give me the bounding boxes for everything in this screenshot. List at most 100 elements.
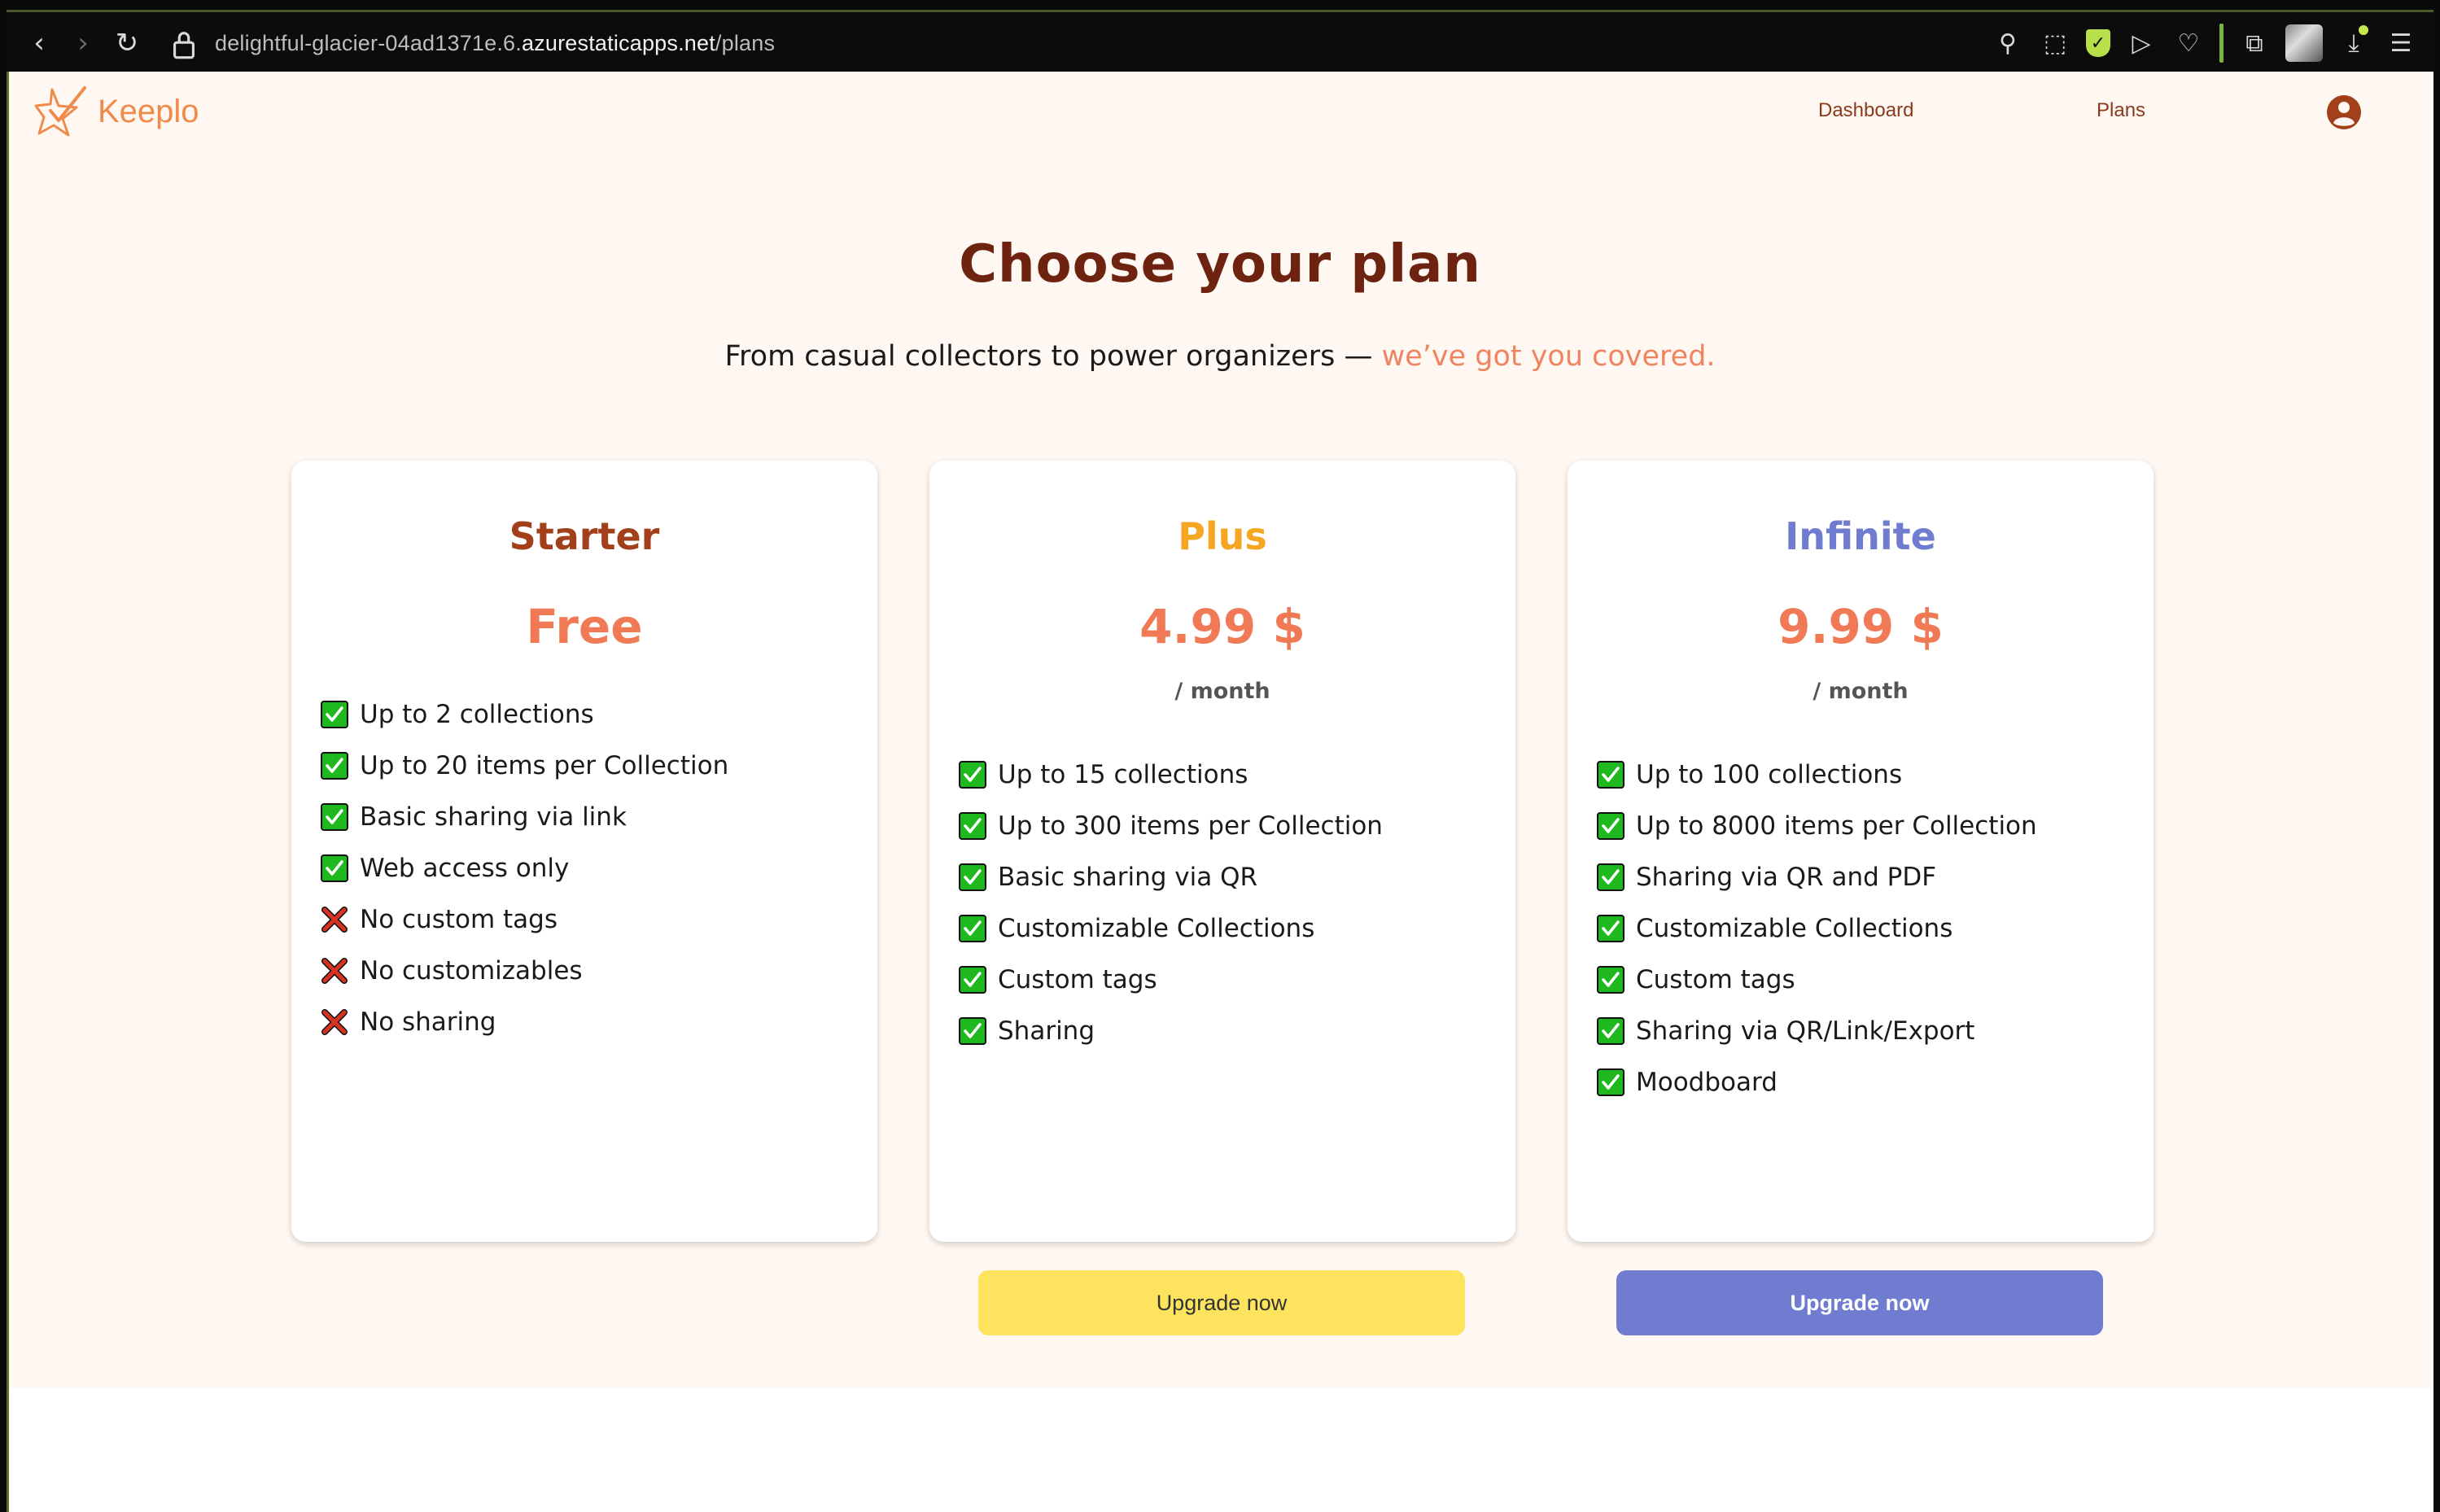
nav-link-dashboard[interactable]: Dashboard [1818,99,1913,122]
screenshot-icon[interactable]: ⬚ [2039,27,2071,59]
feature-text: No customizables [360,955,583,985]
check-icon [959,863,986,891]
feature-item: No customizables [321,945,728,996]
address-bar[interactable]: delightful-glacier-04ad1371e.6. azurestat… [215,12,775,74]
feature-text: No sharing [360,1007,496,1037]
logo-text: Keeplo [98,93,199,129]
check-icon [1597,1068,1624,1096]
check-icon [321,751,348,780]
feature-text: Up to 20 items per Collection [360,750,729,780]
check-icon [321,700,348,728]
feature-item: Up to 8000 items per Collection [1597,800,2037,851]
plan-price: Free [526,599,643,654]
feature-item: Customizable Collections [959,902,1383,954]
feature-text: Up to 300 items per Collection [998,811,1383,841]
feature-item: No custom tags [321,894,728,945]
feature-list: Up to 15 collections Up to 300 items per … [959,749,1383,1056]
check-icon [321,854,348,882]
check-icon [959,811,986,840]
shield-icon[interactable]: ✓ [2086,29,2110,57]
check-icon [321,802,348,831]
plan-period: / month [1813,679,1909,704]
extensions-icon[interactable]: ⧉ [2238,27,2271,59]
check-icon [1597,811,1624,840]
pin-icon[interactable]: ⚲ [1992,27,2024,59]
check-icon [959,965,986,994]
forward-icon[interactable]: › [62,22,104,64]
plan-name: Infinite [1785,514,1936,558]
feature-item: Custom tags [1597,954,2037,1005]
notification-dot [2359,25,2368,35]
feature-list: Up to 100 collections Up to 8000 items pe… [1597,749,2037,1108]
plan-name: Starter [509,514,660,558]
profile-avatar[interactable] [2285,24,2323,62]
feature-text: Up to 8000 items per Collection [1636,811,2037,841]
cross-icon [321,957,348,984]
feature-item: Basic sharing via link [321,791,728,842]
plan-price: 9.99 $ [1778,599,1944,654]
upgrade-infinite-button[interactable]: Upgrade now [1616,1270,2103,1335]
browser-window: ‹ › ↻ delightful-glacier-04ad1371e.6. azu… [0,0,2440,1512]
plan-card-starter: Starter Free Up to 2 collections Up to 20… [291,461,877,1242]
feature-item: Up to 2 collections [321,688,728,740]
feature-item: Sharing [959,1005,1383,1056]
feature-item: Customizable Collections [1597,902,2037,954]
feature-item: Sharing via QR/Link/Export [1597,1005,2037,1056]
feature-item: Up to 100 collections [1597,749,2037,800]
cross-icon [321,1008,348,1035]
page-viewport: Keeplo Dashboard Plans Choose your plan … [7,72,2433,1512]
feature-text: Customizable Collections [1636,913,1953,943]
feature-text: Up to 2 collections [360,699,594,729]
upgrade-plus-button[interactable]: Upgrade now [978,1270,1465,1335]
feature-item: Basic sharing via QR [959,851,1383,902]
subtitle-text: From casual collectors to power organize… [724,340,1382,373]
check-icon [959,760,986,789]
lock-icon[interactable] [169,28,199,61]
url-path: /plans [715,30,776,55]
toolbar-divider [2219,24,2224,63]
back-icon[interactable]: ‹ [18,22,60,64]
feature-item: Custom tags [959,954,1383,1005]
feature-item: Up to 300 items per Collection [959,800,1383,851]
feature-text: Custom tags [998,964,1157,994]
logo[interactable]: Keeplo [34,83,199,140]
feature-item: Sharing via QR and PDF [1597,851,2037,902]
feature-text: Moodboard [1636,1067,1778,1097]
feature-text: Basic sharing via link [360,802,627,832]
plan-price: 4.99 $ [1139,599,1305,654]
url-host: azurestaticapps.net [521,30,715,55]
plan-card-infinite: Infinite 9.99 $ / month Up to 100 collec… [1568,461,2154,1242]
check-icon [959,914,986,942]
send-icon[interactable]: ▷ [2125,27,2158,59]
app-header: Keeplo Dashboard Plans [7,72,2433,153]
window-border [7,72,9,1512]
nav-link-plans[interactable]: Plans [2097,99,2145,122]
feature-text: Sharing [998,1016,1095,1046]
browser-toolbar: ‹ › ↻ delightful-glacier-04ad1371e.6. azu… [7,10,2433,74]
feature-list: Up to 2 collections Up to 20 items per Co… [321,688,728,1047]
plan-period: / month [1174,679,1270,704]
feature-item: Up to 15 collections [959,749,1383,800]
feature-text: Web access only [360,853,570,883]
check-icon [1597,914,1624,942]
app-body: Keeplo Dashboard Plans Choose your plan … [7,72,2433,1388]
feature-text: Up to 15 collections [998,759,1248,789]
feature-item: No sharing [321,996,728,1047]
check-icon [1597,1016,1624,1045]
check-icon [1597,863,1624,891]
page-title: Choose your plan [959,234,1481,295]
menu-icon[interactable]: ☰ [2385,27,2417,59]
feature-text: Basic sharing via QR [998,862,1258,892]
reload-icon[interactable]: ↻ [106,22,148,64]
user-account-icon[interactable] [2326,94,2362,130]
feature-text: Sharing via QR/Link/Export [1636,1016,1975,1046]
cross-icon [321,906,348,933]
feature-text: Sharing via QR and PDF [1636,862,1937,892]
star-logo-icon [34,86,86,137]
feature-item: Up to 20 items per Collection [321,740,728,791]
heart-icon[interactable]: ♡ [2172,27,2205,59]
check-icon [1597,760,1624,789]
feature-text: Up to 100 collections [1636,759,1903,789]
feature-item: Moodboard [1597,1056,2037,1108]
feature-text: Custom tags [1636,964,1795,994]
